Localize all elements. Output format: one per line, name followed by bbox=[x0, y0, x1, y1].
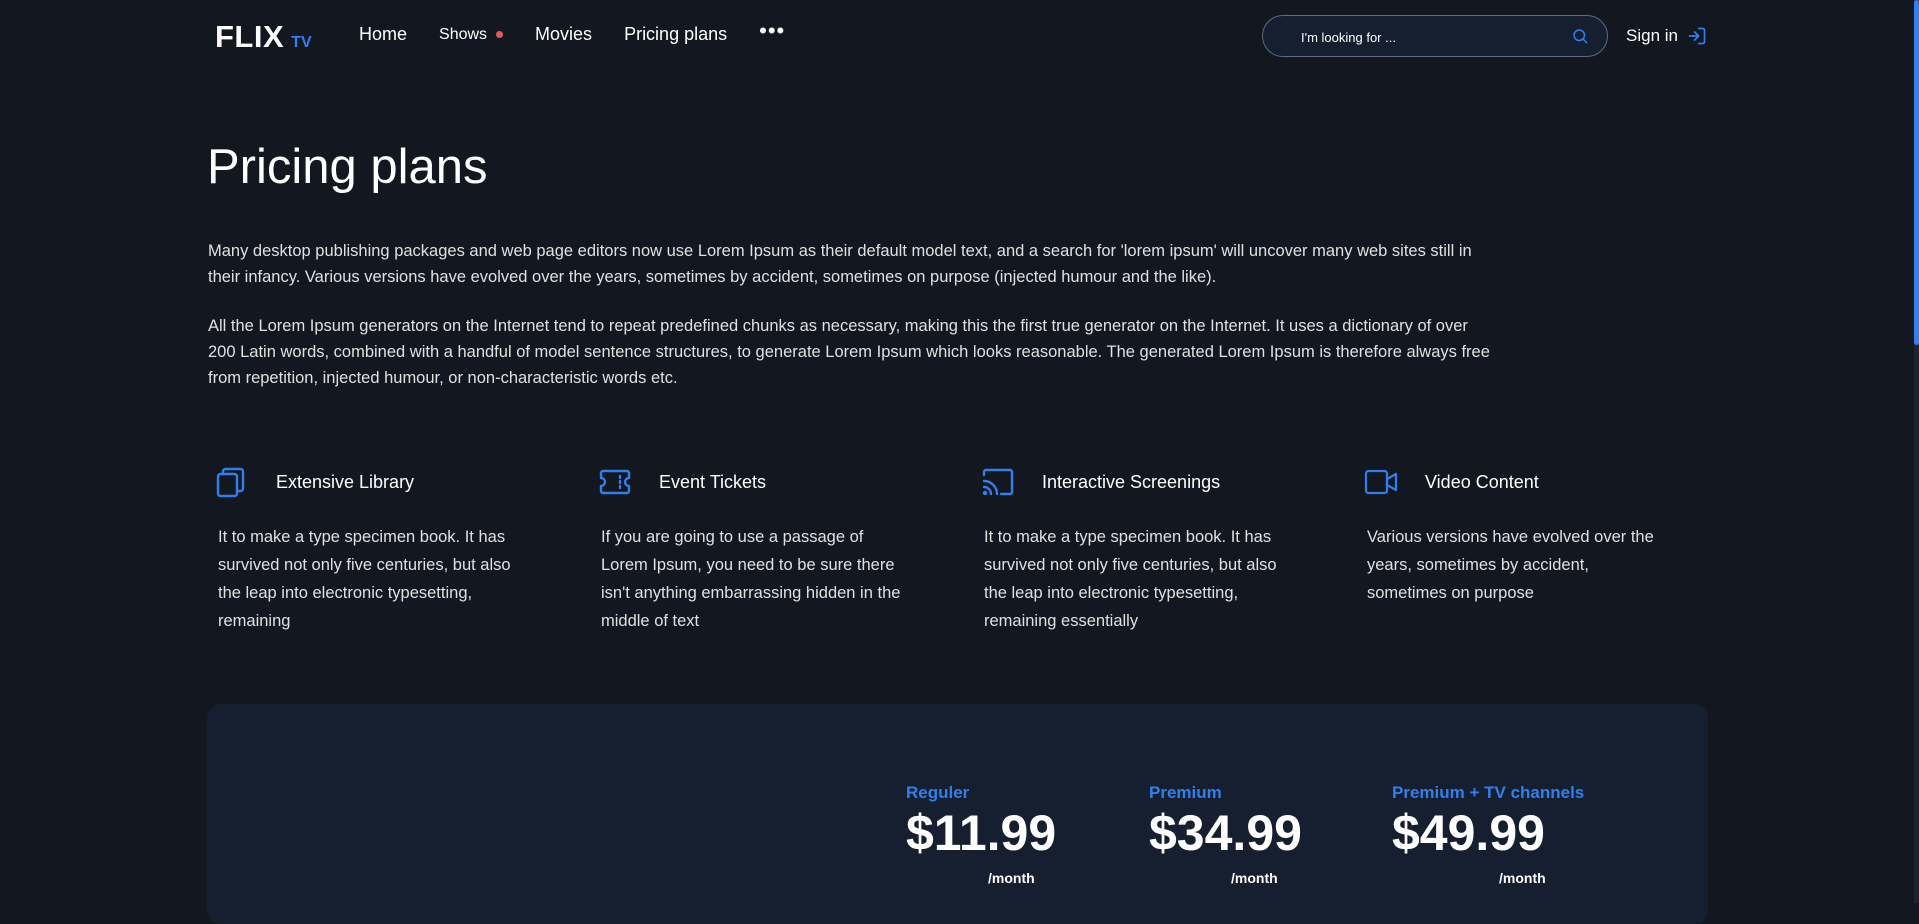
site-header: FLIX TV Home Shows Movies Pricing plans … bbox=[0, 0, 1919, 74]
search-icon[interactable] bbox=[1571, 27, 1589, 45]
nav-item-shows[interactable]: Shows bbox=[439, 25, 504, 44]
feature-event-tickets: Event Tickets If you are going to use a … bbox=[594, 462, 904, 635]
feature-title: Extensive Library bbox=[276, 471, 415, 492]
feature-text: It to make a type specimen book. It has … bbox=[218, 528, 511, 630]
plan-name: Reguler bbox=[906, 783, 970, 802]
feature-interactive-screenings: Interactive Screenings It to make a type… bbox=[977, 462, 1287, 635]
plan-premium: Premium $34.99 /month bbox=[1149, 783, 1302, 886]
more-dots-icon[interactable]: ••• bbox=[759, 19, 785, 42]
feature-title: Video Content bbox=[1425, 471, 1539, 492]
feature-title: Event Tickets bbox=[659, 471, 767, 492]
search-input[interactable] bbox=[1299, 16, 1553, 58]
plan-name: Premium bbox=[1149, 783, 1222, 802]
plan-premium-tv: Premium + TV channels $49.99 /month bbox=[1392, 783, 1585, 886]
feature-text: It to make a type specimen book. It has … bbox=[984, 528, 1277, 630]
ticket-icon bbox=[599, 469, 631, 495]
intro-paragraph: All the Lorem Ipsum generators on the In… bbox=[208, 317, 1490, 387]
plan-price: $49.99 bbox=[1392, 805, 1545, 861]
scrollbar-thumb[interactable] bbox=[1914, 0, 1919, 345]
page-title: Pricing plans bbox=[207, 140, 488, 194]
nav-item-label: Pricing plans bbox=[624, 24, 728, 44]
logo-text: FLIX bbox=[215, 19, 285, 54]
nav-item-label: Shows bbox=[439, 25, 488, 43]
library-icon bbox=[216, 467, 245, 498]
plan-period: /month bbox=[1231, 870, 1278, 886]
nav-item-label: Movies bbox=[535, 24, 593, 44]
main-nav: Home Shows Movies Pricing plans ••• bbox=[359, 19, 785, 45]
sign-in-label: Sign in bbox=[1626, 26, 1678, 45]
feature-text: Various versions have evolved over the y… bbox=[1367, 528, 1654, 602]
sign-in-icon bbox=[1688, 27, 1706, 45]
plan-period: /month bbox=[988, 870, 1035, 886]
sign-in-button[interactable]: Sign in bbox=[1626, 26, 1707, 46]
plan-price: $11.99 bbox=[906, 805, 1057, 861]
plan-price: $34.99 bbox=[1149, 805, 1302, 861]
cast-icon bbox=[982, 468, 1014, 496]
video-camera-icon bbox=[1364, 469, 1398, 495]
logo[interactable]: FLIX TV bbox=[215, 19, 312, 55]
plan-period: /month bbox=[1499, 870, 1546, 886]
feature-text: If you are going to use a passage of Lor… bbox=[601, 528, 901, 630]
nav-item-movies[interactable]: Movies bbox=[535, 24, 592, 45]
feature-title: Interactive Screenings bbox=[1042, 471, 1221, 492]
nav-item-home[interactable]: Home bbox=[359, 24, 407, 45]
feature-video-content: Video Content Various versions have evol… bbox=[1360, 462, 1670, 607]
search-bar bbox=[1262, 15, 1608, 58]
plan-name: Premium + TV channels bbox=[1392, 783, 1585, 802]
plan-reguler: Reguler $11.99 /month bbox=[906, 783, 1057, 886]
notification-dot bbox=[496, 31, 504, 38]
nav-item-pricing-plans[interactable]: Pricing plans bbox=[624, 24, 727, 45]
intro-paragraph: Many desktop publishing packages and web… bbox=[208, 242, 1472, 286]
logo-subtext: TV bbox=[291, 34, 312, 51]
feature-extensive-library: Extensive Library It to make a type spec… bbox=[211, 462, 521, 635]
nav-item-label: Home bbox=[359, 24, 408, 44]
